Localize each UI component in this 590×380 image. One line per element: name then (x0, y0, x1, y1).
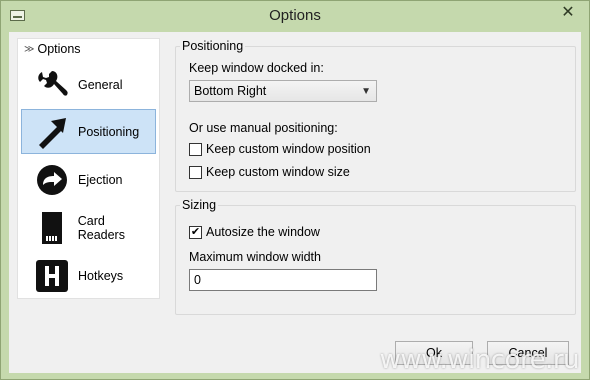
keep-position-checkbox[interactable]: Keep custom window position (189, 142, 371, 156)
cancel-button[interactable]: Cancel (487, 341, 569, 365)
cancel-button-label: Cancel (508, 346, 548, 360)
collapse-chevron-icon: ≫ (24, 43, 35, 55)
close-button[interactable]: ✕ (553, 2, 583, 22)
eject-arrow-icon (32, 160, 72, 200)
wrench-icon (32, 65, 72, 105)
keep-position-label: Keep custom window position (206, 142, 371, 156)
autosize-label: Autosize the window (206, 225, 320, 239)
arrow-icon (32, 112, 72, 152)
nav-header-label: Options (37, 42, 81, 56)
options-window: Options ✕ ≫ Options General Positioning … (0, 0, 590, 380)
dock-position-value: Bottom Right (194, 84, 267, 98)
h-key-icon (32, 256, 72, 296)
nav-item-positioning[interactable]: Positioning (21, 109, 156, 154)
nav-item-card-readers[interactable]: Card Readers (21, 205, 156, 250)
manual-positioning-label: Or use manual positioning: (189, 121, 338, 135)
ok-button[interactable]: Ok (395, 341, 473, 365)
checkbox-box[interactable] (189, 142, 202, 156)
keep-size-checkbox[interactable]: Keep custom window size (189, 165, 350, 179)
nav-item-label: Ejection (78, 172, 123, 187)
window-title: Options (269, 7, 321, 24)
autosize-checkbox[interactable]: ✔ Autosize the window (189, 225, 320, 239)
ok-button-label: Ok (426, 346, 442, 360)
dock-label: Keep window docked in: (189, 61, 324, 75)
sizing-legend: Sizing (182, 198, 217, 212)
nav-header[interactable]: ≫ Options (24, 42, 81, 56)
nav-item-label: General (78, 77, 123, 92)
nav-item-general[interactable]: General (21, 62, 156, 107)
checkmark-icon: ✔ (190, 225, 201, 238)
dock-position-select[interactable]: Bottom Right ▼ (189, 80, 377, 102)
close-icon: ✕ (561, 4, 575, 21)
nav-item-label: Hotkeys (78, 268, 124, 283)
checkbox-box[interactable]: ✔ (189, 225, 202, 239)
positioning-legend: Positioning (182, 39, 244, 53)
dialog-body: ≫ Options General Positioning Ejection C… (9, 32, 581, 373)
chevron-down-icon: ▼ (361, 86, 371, 97)
nav-item-label: Positioning (78, 124, 140, 139)
keep-size-label: Keep custom window size (206, 165, 350, 179)
max-width-label: Maximum window width (189, 250, 321, 264)
checkbox-box[interactable] (189, 165, 202, 179)
sd-card-icon (32, 208, 72, 248)
title-bar[interactable]: Options ✕ (1, 1, 589, 32)
nav-item-label: Card Readers (77, 213, 125, 242)
nav-item-ejection[interactable]: Ejection (21, 157, 156, 202)
nav-item-hotkeys[interactable]: Hotkeys (21, 253, 156, 298)
options-nav: ≫ Options General Positioning Ejection C… (17, 38, 160, 299)
max-width-input[interactable] (189, 269, 377, 291)
